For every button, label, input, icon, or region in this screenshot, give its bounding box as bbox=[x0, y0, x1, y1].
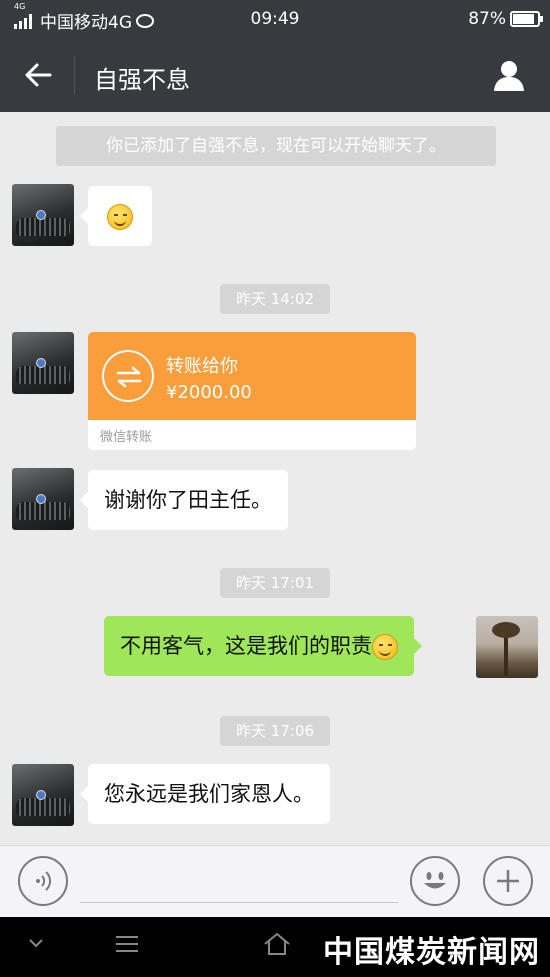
transfer-icon bbox=[102, 350, 154, 402]
smile-emoji-icon bbox=[372, 634, 398, 660]
message-input[interactable] bbox=[80, 902, 398, 903]
transfer-card-top: 转账给你 ¥2000.00 bbox=[88, 332, 416, 420]
contact-avatar[interactable] bbox=[12, 468, 74, 530]
voice-icon[interactable] bbox=[18, 856, 68, 906]
my-avatar[interactable] bbox=[476, 616, 538, 678]
transfer-card[interactable]: 转账给你 ¥2000.00 微信转账 bbox=[88, 332, 416, 450]
timestamp: 昨天 17:01 bbox=[220, 568, 330, 598]
chevron-down-icon[interactable] bbox=[26, 933, 46, 953]
menu-icon[interactable] bbox=[114, 933, 140, 955]
transfer-source: 微信转账 bbox=[100, 430, 153, 445]
contact-avatar[interactable] bbox=[12, 764, 74, 826]
message-bubble-emoji[interactable] bbox=[80, 186, 152, 246]
emoji-icon[interactable] bbox=[410, 856, 460, 906]
plus-icon[interactable] bbox=[483, 856, 533, 906]
contact-avatar[interactable] bbox=[12, 184, 74, 246]
input-bar bbox=[0, 845, 550, 917]
message-bubble[interactable]: 您永远是我们家恩人。 bbox=[80, 764, 330, 824]
smile-emoji-icon bbox=[107, 204, 133, 230]
person-icon[interactable] bbox=[492, 58, 526, 92]
transfer-amount: ¥2000.00 bbox=[166, 382, 252, 403]
battery-percent: 87% bbox=[468, 9, 506, 29]
timestamp: 昨天 17:06 bbox=[220, 716, 330, 746]
my-message-text: 不用客气，这是我们的职责 bbox=[120, 634, 372, 658]
system-nav-bar: 中国煤炭新闻网 bbox=[0, 917, 550, 977]
my-message-bubble[interactable]: 不用客气，这是我们的职责 bbox=[104, 616, 422, 676]
timestamp: 昨天 14:02 bbox=[220, 284, 330, 314]
contact-avatar[interactable] bbox=[12, 332, 74, 394]
header-divider bbox=[74, 56, 75, 94]
home-icon[interactable] bbox=[262, 931, 292, 957]
battery-icon bbox=[510, 11, 543, 27]
system-notice: 你已添加了自强不息，现在可以开始聊天了。 bbox=[56, 126, 496, 166]
transfer-title: 转账给你 bbox=[166, 356, 238, 377]
back-arrow-icon[interactable] bbox=[22, 58, 56, 92]
status-bar: 4G 中国移动4G 09:49 87% bbox=[0, 0, 550, 38]
message-bubble[interactable]: 谢谢你了田主任。 bbox=[80, 470, 288, 530]
chat-header: 自强不息 bbox=[0, 38, 550, 112]
chat-title: 自强不息 bbox=[94, 66, 190, 94]
watermark: 中国煤炭新闻网 bbox=[323, 935, 540, 970]
